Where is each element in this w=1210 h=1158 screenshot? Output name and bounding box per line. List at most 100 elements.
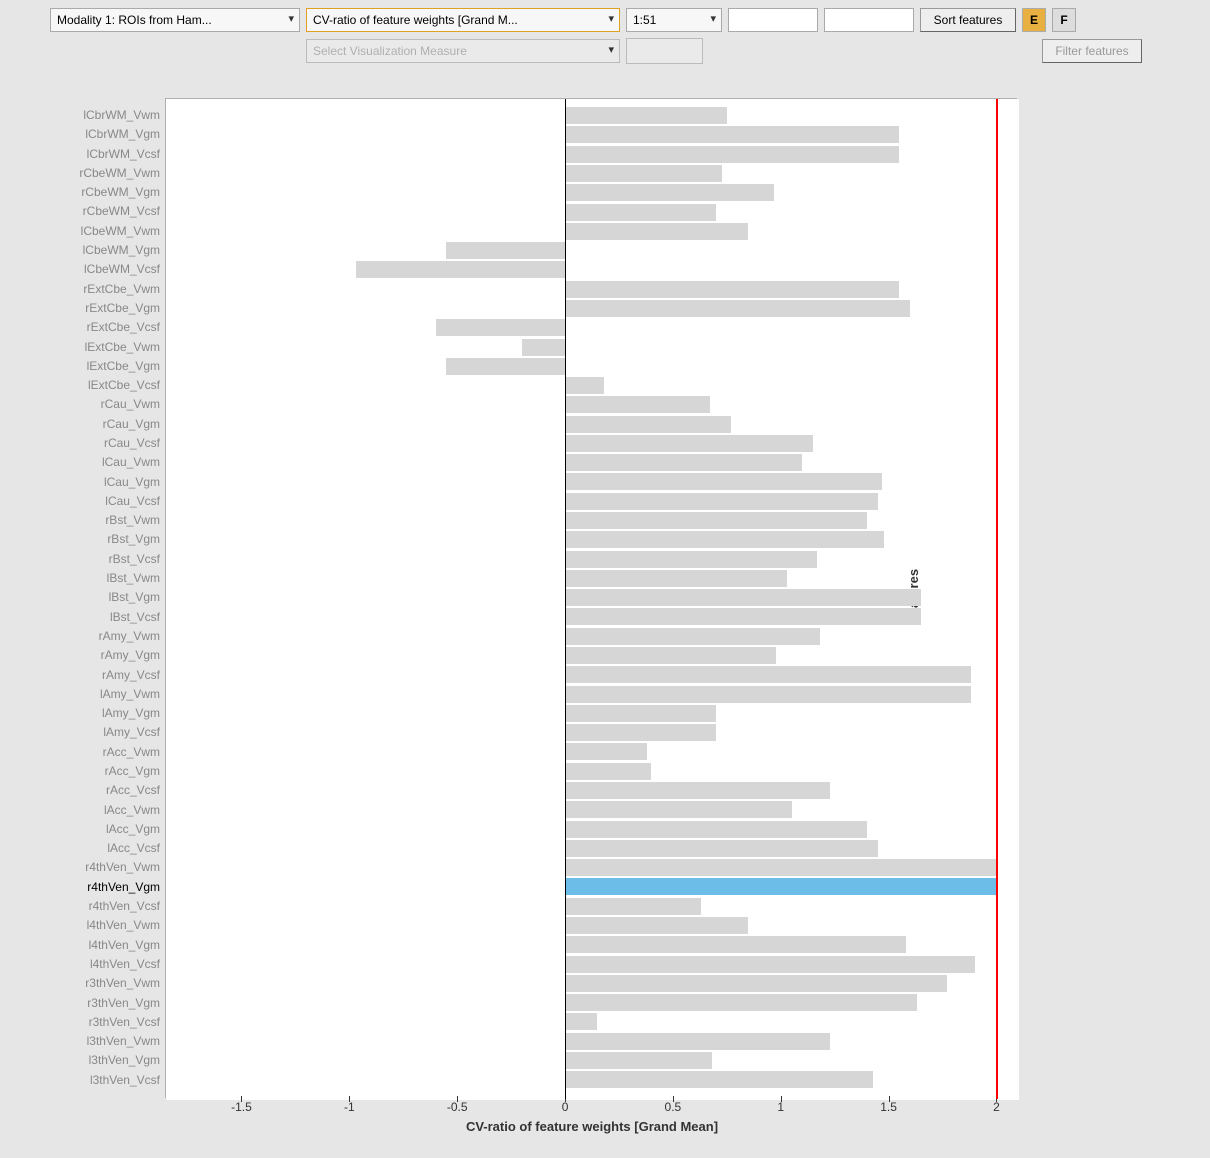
bar[interactable]: [565, 146, 899, 163]
bar[interactable]: [565, 743, 647, 760]
bar[interactable]: [446, 242, 565, 259]
feature-label: rAmy_Vwm: [14, 627, 160, 646]
x-tick-label: -1.5: [231, 1100, 252, 1114]
bar[interactable]: [565, 570, 787, 587]
feature-label: rAmy_Vcsf: [14, 666, 160, 685]
bar[interactable]: [565, 493, 878, 510]
toolbar-row-2: Select Visualization Measure Filter feat…: [50, 38, 1202, 64]
e-button[interactable]: E: [1022, 8, 1046, 32]
bar[interactable]: [565, 281, 899, 298]
x-axis-title: CV-ratio of feature weights [Grand Mean]: [166, 1119, 1018, 1134]
bar[interactable]: [565, 686, 971, 703]
bars-container: [166, 106, 1018, 1090]
bar[interactable]: [565, 1033, 830, 1050]
bar[interactable]: [565, 531, 884, 548]
bar[interactable]: [565, 1052, 712, 1069]
bar[interactable]: [565, 724, 716, 741]
feature-label: rCau_Vwm: [14, 395, 160, 414]
feature-label: l4thVen_Vcsf: [14, 955, 160, 974]
bar[interactable]: [565, 956, 975, 973]
bar[interactable]: [522, 339, 565, 356]
range-select[interactable]: 1:51: [626, 8, 722, 32]
feature-label: rAmy_Vgm: [14, 646, 160, 665]
bar[interactable]: [565, 377, 604, 394]
bar[interactable]: [436, 319, 565, 336]
feature-label: r4thVen_Vwm: [14, 858, 160, 877]
bar[interactable]: [565, 416, 731, 433]
bar[interactable]: [565, 705, 716, 722]
bar[interactable]: [565, 184, 774, 201]
sort-features-button[interactable]: Sort features: [920, 8, 1016, 32]
bar[interactable]: [565, 917, 748, 934]
bar[interactable]: [565, 126, 899, 143]
bar[interactable]: [565, 821, 867, 838]
bar[interactable]: [565, 763, 651, 780]
bar[interactable]: [565, 435, 813, 452]
feature-label: rCau_Vcsf: [14, 434, 160, 453]
bar[interactable]: [565, 666, 971, 683]
bar[interactable]: [565, 396, 710, 413]
x-tick-label: 1: [777, 1100, 784, 1114]
bar[interactable]: [565, 473, 882, 490]
bar[interactable]: [356, 261, 565, 278]
chart: Features CV-ratio of feature weights [Gr…: [14, 96, 1144, 1136]
bar[interactable]: [565, 551, 817, 568]
bar[interactable]: [565, 994, 917, 1011]
feature-label: rExtCbe_Vwm: [14, 280, 160, 299]
f-button[interactable]: F: [1052, 8, 1076, 32]
toolbar: Modality 1: ROIs from Ham... CV-ratio of…: [0, 0, 1210, 68]
bar[interactable]: [446, 358, 565, 375]
toolbar-row-1: Modality 1: ROIs from Ham... CV-ratio of…: [50, 8, 1202, 32]
measure-select[interactable]: CV-ratio of feature weights [Grand M...: [306, 8, 620, 32]
feature-label: l3thVen_Vgm: [14, 1051, 160, 1070]
feature-label: lCau_Vgm: [14, 473, 160, 492]
feature-label: lAcc_Vgm: [14, 820, 160, 839]
feature-label: lCau_Vcsf: [14, 492, 160, 511]
feature-label: r4thVen_Vgm: [14, 878, 160, 897]
bar[interactable]: [565, 608, 921, 625]
bar[interactable]: [565, 975, 947, 992]
range-max-input[interactable]: [824, 8, 914, 32]
bar[interactable]: [565, 628, 820, 645]
bar[interactable]: [565, 1071, 873, 1088]
feature-label: rExtCbe_Vgm: [14, 299, 160, 318]
feature-label: lBst_Vgm: [14, 588, 160, 607]
bar[interactable]: [565, 936, 906, 953]
modality-select[interactable]: Modality 1: ROIs from Ham...: [50, 8, 300, 32]
bar[interactable]: [565, 165, 722, 182]
bar[interactable]: [565, 647, 776, 664]
filter-features-button[interactable]: Filter features: [1042, 39, 1142, 63]
feature-label: rCbeWM_Vgm: [14, 183, 160, 202]
feature-label: lAcc_Vwm: [14, 801, 160, 820]
disabled-input: [626, 38, 703, 64]
bar[interactable]: [565, 840, 878, 857]
bar[interactable]: [565, 782, 830, 799]
feature-label: rAcc_Vcsf: [14, 781, 160, 800]
zero-line: [565, 99, 566, 1099]
bar[interactable]: [565, 204, 716, 221]
x-tick-label: 0: [562, 1100, 569, 1114]
feature-label: lExtCbe_Vwm: [14, 338, 160, 357]
bar[interactable]: [565, 859, 996, 876]
x-tick-label: 1.5: [880, 1100, 897, 1114]
x-tick-label: -0.5: [447, 1100, 468, 1114]
bar[interactable]: [565, 300, 910, 317]
x-tick-label: 2: [993, 1100, 1000, 1114]
feature-label: rCbeWM_Vcsf: [14, 202, 160, 221]
feature-label: rBst_Vgm: [14, 530, 160, 549]
bar[interactable]: [565, 512, 867, 529]
feature-label: lCbrWM_Vgm: [14, 125, 160, 144]
bar[interactable]: [565, 223, 748, 240]
feature-label: r3thVen_Vcsf: [14, 1013, 160, 1032]
range-min-input[interactable]: [728, 8, 818, 32]
bar[interactable]: [565, 878, 996, 895]
bar[interactable]: [565, 454, 802, 471]
feature-label: lAcc_Vcsf: [14, 839, 160, 858]
bar[interactable]: [565, 1013, 597, 1030]
bar[interactable]: [565, 589, 921, 606]
bar[interactable]: [565, 801, 791, 818]
feature-label: rCau_Vgm: [14, 415, 160, 434]
bar[interactable]: [565, 107, 727, 124]
feature-label: lCbeWM_Vgm: [14, 241, 160, 260]
bar[interactable]: [565, 898, 701, 915]
